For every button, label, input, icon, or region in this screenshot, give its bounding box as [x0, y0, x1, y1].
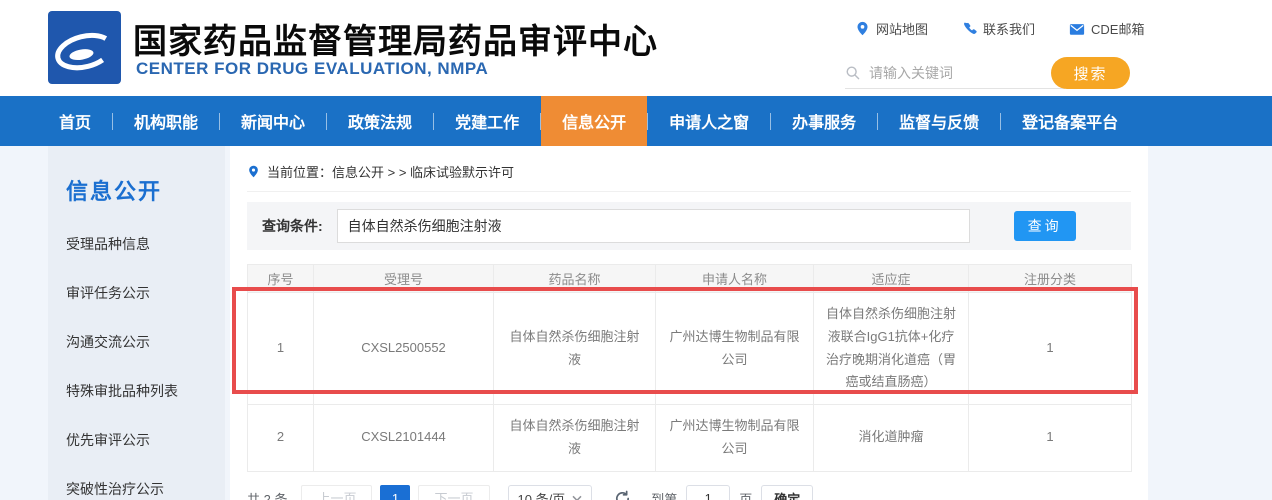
cell-applicant: 广州达博生物制品有限公司 [656, 405, 814, 472]
page-size-label: 10 条/页 [518, 489, 566, 500]
table-header: 序号 受理号 药品名称 申请人名称 适应症 注册分类 [248, 265, 1132, 293]
contact-us-link[interactable]: 联系我们 [962, 19, 1035, 38]
top-links: 网站地图 联系我们 CDE邮箱 [855, 19, 1144, 38]
search-icon [845, 65, 861, 81]
goto-page-input[interactable] [686, 485, 730, 500]
search-input-wrap [845, 57, 1065, 89]
table-body: 1 CXSL2500552 自体自然杀伤细胞注射液 广州达博生物制品有限公司 自… [248, 293, 1132, 472]
goto-page-suffix: 页 [739, 489, 752, 500]
location-pin-icon [855, 21, 870, 36]
goto-confirm-button[interactable]: 确定 [761, 485, 813, 500]
refresh-button[interactable] [614, 490, 631, 500]
nav-item[interactable]: 办事服务 [771, 96, 877, 146]
query-input[interactable] [337, 209, 970, 243]
cell-indication: 消化道肿瘤 [814, 405, 969, 472]
main-nav: 首页 机构职能 新闻中心 政策法规 党建工作 信息公开 申请人之窗 [0, 96, 1272, 146]
col-header-applicant: 申请人名称 [656, 265, 814, 293]
contact-us-link-label: 联系我们 [983, 19, 1035, 38]
sidebar-item[interactable]: 审评任务公示 [66, 283, 225, 303]
col-header-drug-name: 药品名称 [494, 265, 656, 293]
cde-mail-link[interactable]: CDE邮箱 [1069, 19, 1144, 38]
query-panel: 查询条件: 查询 [247, 202, 1131, 250]
query-label: 查询条件: [262, 216, 323, 236]
nav-item[interactable]: 信息公开 [541, 96, 647, 146]
sidebar-item[interactable]: 特殊审批品种列表 [66, 381, 225, 401]
pagination: 共 2 条 上一页 1 下一页 10 条/页 到第 [247, 485, 1148, 500]
page-body: 信息公开 受理品种信息 审评任务公示 沟通交流公示 特殊审批品种列表 优先审评公… [0, 146, 1272, 500]
sitemap-link[interactable]: 网站地图 [855, 19, 928, 38]
sidebar-title: 信息公开 [66, 174, 225, 206]
cell-drug-name: 自体自然杀伤细胞注射液 [494, 405, 656, 472]
nav-item[interactable]: 机构职能 [113, 96, 219, 146]
page-size-select[interactable]: 10 条/页 [508, 485, 593, 500]
cell-seq: 1 [248, 293, 314, 405]
main-content: 当前位置：信息公开 > > 临床试验默示许可 查询条件: 查询 序号 受理号 药… [230, 146, 1148, 500]
site-header: 国家药品监督管理局药品审评中心 CENTER FOR DRUG EVALUATI… [0, 0, 1272, 96]
site-subtitle: CENTER FOR DRUG EVALUATION, NMPA [136, 59, 488, 79]
cde-mail-link-label: CDE邮箱 [1091, 19, 1144, 38]
nav-item[interactable]: 首页 [38, 96, 112, 146]
cell-registration-class: 1 [969, 293, 1132, 405]
cell-acceptance-no: CXSL2101444 [314, 405, 494, 472]
search-input[interactable] [869, 65, 1049, 81]
page: 国家药品监督管理局药品审评中心 CENTER FOR DRUG EVALUATI… [0, 0, 1272, 500]
sitemap-link-label: 网站地图 [876, 19, 928, 38]
sidebar: 信息公开 受理品种信息 审评任务公示 沟通交流公示 特殊审批品种列表 优先审评公… [48, 146, 225, 500]
sidebar-item[interactable]: 突破性治疗公示 [66, 479, 225, 499]
main-nav-items: 首页 机构职能 新闻中心 政策法规 党建工作 信息公开 申请人之窗 [0, 96, 1272, 146]
nav-item[interactable]: 党建工作 [434, 96, 540, 146]
nav-item[interactable]: 申请人之窗 [648, 96, 770, 146]
cell-drug-name: 自体自然杀伤细胞注射液 [494, 293, 656, 405]
search-button[interactable]: 搜索 [1051, 57, 1130, 89]
sidebar-item[interactable]: 受理品种信息 [66, 234, 225, 254]
query-button[interactable]: 查询 [1014, 211, 1076, 241]
location-pin-icon [247, 164, 260, 179]
col-header-registration-class: 注册分类 [969, 265, 1132, 293]
sidebar-item[interactable]: 沟通交流公示 [66, 332, 225, 352]
cde-logo[interactable] [48, 11, 121, 84]
cde-logo-swoosh-icon [48, 11, 121, 84]
nav-item[interactable]: 新闻中心 [220, 96, 326, 146]
cell-applicant: 广州达博生物制品有限公司 [656, 293, 814, 405]
col-header-indication: 适应症 [814, 265, 969, 293]
cell-seq: 2 [248, 405, 314, 472]
nav-item[interactable]: 登记备案平台 [1001, 96, 1139, 146]
sidebar-item[interactable]: 优先审评公示 [66, 430, 225, 450]
cell-registration-class: 1 [969, 405, 1132, 472]
mail-icon [1069, 22, 1085, 36]
prev-page-button[interactable]: 上一页 [301, 485, 372, 500]
pagination-total: 共 2 条 [247, 489, 287, 500]
breadcrumb: 当前位置：信息公开 > > 临床试验默示许可 [247, 146, 1131, 192]
nav-item[interactable]: 政策法规 [327, 96, 433, 146]
refresh-icon [614, 490, 631, 500]
next-page-button[interactable]: 下一页 [418, 485, 489, 500]
nav-item[interactable]: 监督与反馈 [878, 96, 1000, 146]
chevron-down-icon [572, 495, 582, 500]
page-number-button[interactable]: 1 [380, 485, 410, 500]
cell-acceptance-no: CXSL2500552 [314, 293, 494, 405]
breadcrumb-text: 当前位置：信息公开 > > 临床试验默示许可 [267, 162, 514, 181]
col-header-seq: 序号 [248, 265, 314, 293]
table-row: 1 CXSL2500552 自体自然杀伤细胞注射液 广州达博生物制品有限公司 自… [248, 293, 1132, 405]
table-row: 2 CXSL2101444 自体自然杀伤细胞注射液 广州达博生物制品有限公司 消… [248, 405, 1132, 472]
col-header-acceptance-no: 受理号 [314, 265, 494, 293]
cell-indication: 自体自然杀伤细胞注射液联合IgG1抗体+化疗治疗晚期消化道癌（胃癌或结直肠癌） [814, 293, 969, 405]
results-table: 序号 受理号 药品名称 申请人名称 适应症 注册分类 1 CXSL2500552 [247, 264, 1132, 472]
goto-page-label: 到第 [651, 489, 677, 500]
phone-icon [962, 21, 977, 36]
sidebar-list: 受理品种信息 审评任务公示 沟通交流公示 特殊审批品种列表 优先审评公示 突破性… [66, 234, 225, 500]
header-search: 搜索 [845, 57, 1129, 91]
site-title: 国家药品监督管理局药品审评中心 [133, 14, 658, 63]
